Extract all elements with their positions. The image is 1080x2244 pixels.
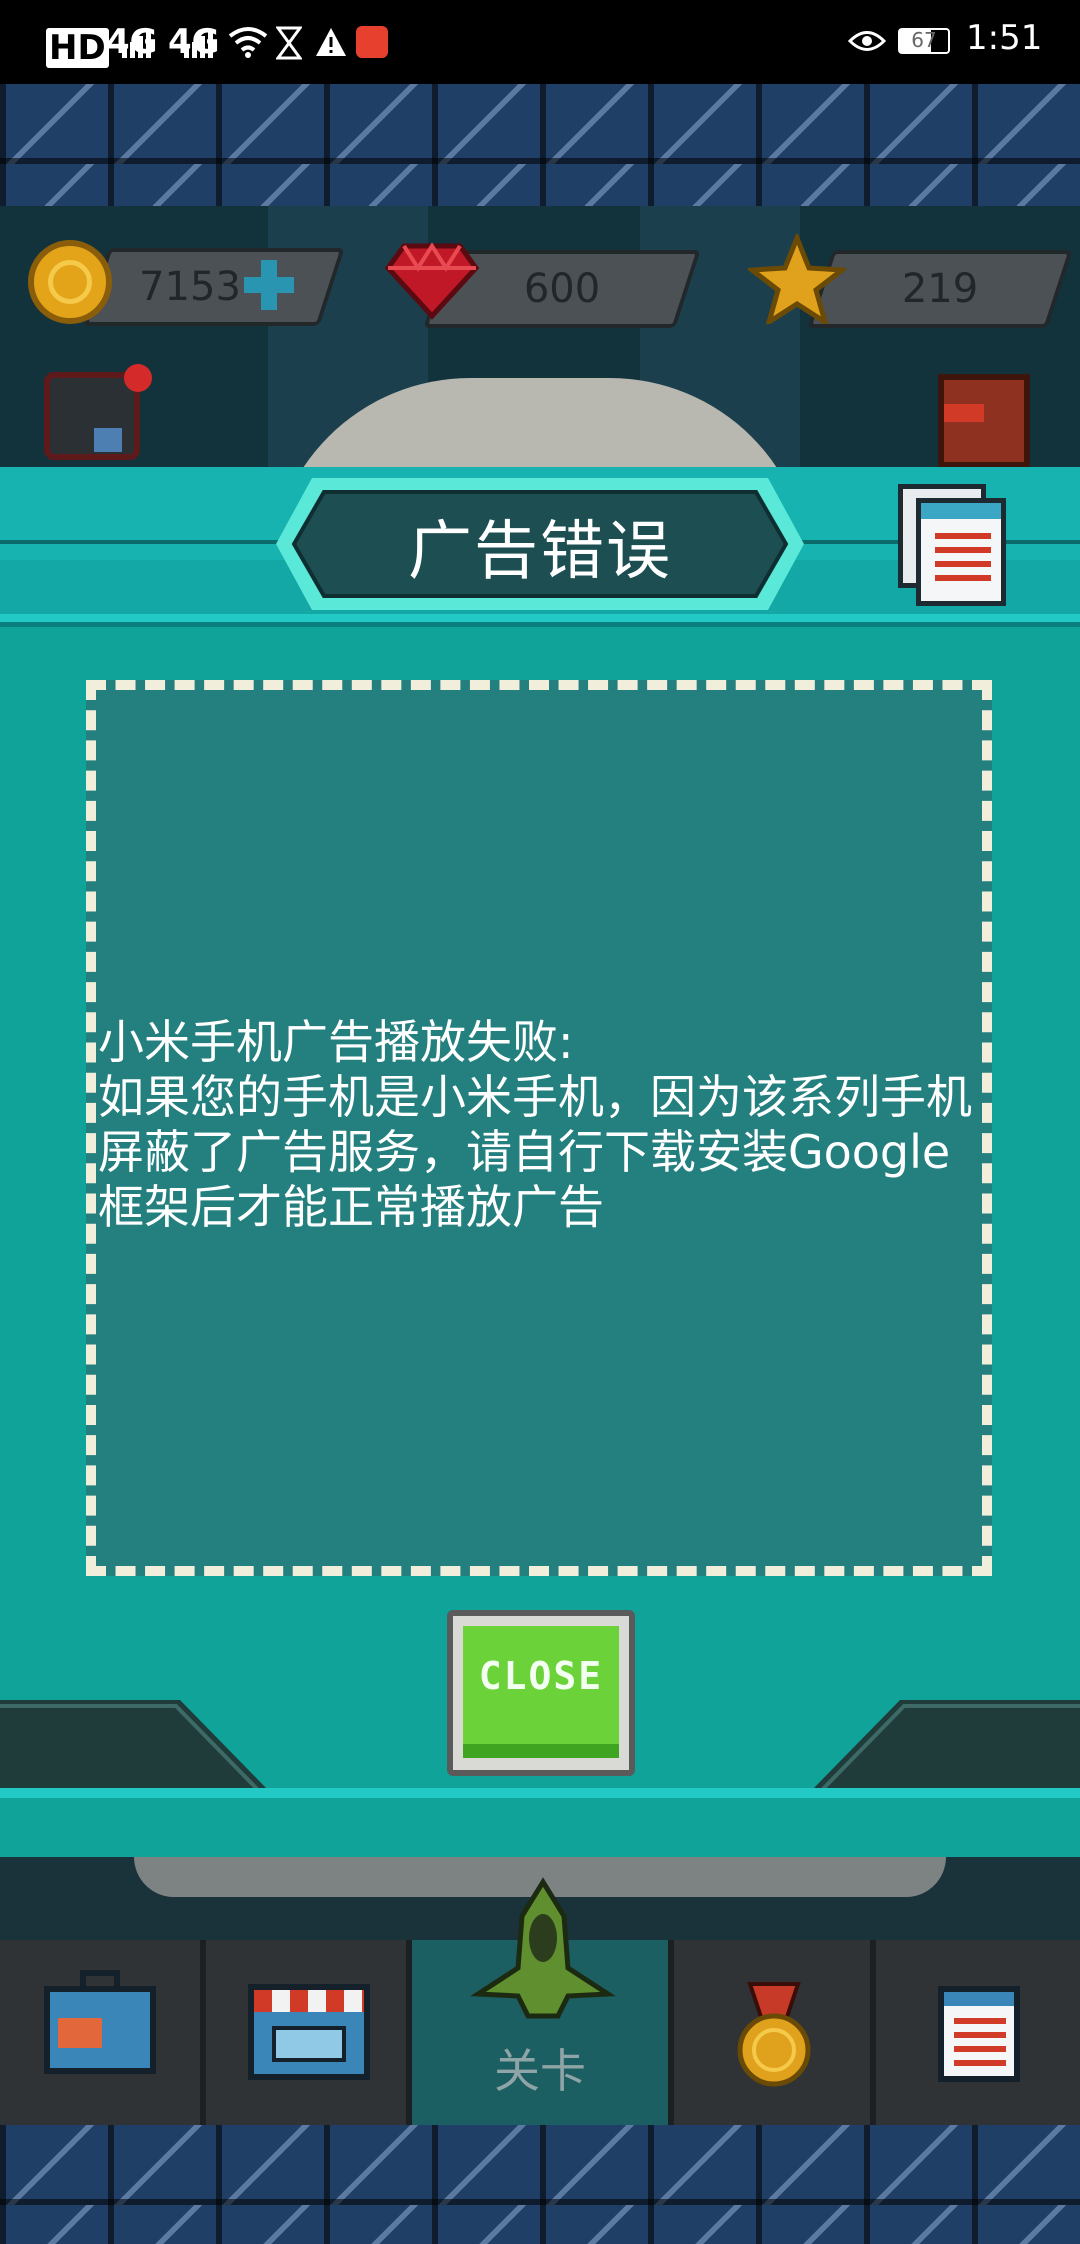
hourglass-icon <box>276 26 302 60</box>
nav-item-upgrade[interactable] <box>0 1940 206 2125</box>
toolbox-icon <box>44 1970 156 2074</box>
nav-item-tasks[interactable] <box>876 1940 1080 2125</box>
star-count: 219 <box>901 266 979 312</box>
notification-dot-icon <box>124 364 152 392</box>
coin-count: 7153 <box>139 264 241 310</box>
medal-icon <box>737 1982 811 2087</box>
spaceship-icon <box>470 1877 616 2019</box>
battery-icon: 67 <box>898 28 950 54</box>
eye-icon <box>848 31 886 51</box>
gem-count: 600 <box>523 266 601 312</box>
nav-item-achievements[interactable] <box>674 1940 876 2125</box>
dialog-right-ledge <box>810 1700 1080 1792</box>
ruby-icon <box>384 242 480 320</box>
signal-icon <box>122 30 151 58</box>
quest-book-icon[interactable] <box>938 374 1030 468</box>
task-list-icon <box>938 1986 1020 2082</box>
star-icon <box>748 234 846 324</box>
status-bar: HD 4G 4G 67 1:51 <box>0 0 1080 84</box>
calendar-notes-icon[interactable] <box>898 484 1006 606</box>
nav-item-shop[interactable] <box>206 1940 412 2125</box>
dialog-title: 广告错误 <box>408 515 672 589</box>
nav-item-levels[interactable]: 关卡 <box>412 1877 674 2125</box>
close-button[interactable]: CLOSE <box>447 1610 635 1776</box>
plus-icon[interactable] <box>240 256 298 314</box>
coin-counter: 7153 <box>83 248 345 326</box>
star-counter: 219 <box>807 250 1073 328</box>
shop-icon <box>248 1984 370 2080</box>
gift-icon <box>356 26 388 58</box>
bottom-nav: 关卡 <box>0 1877 1080 2125</box>
close-button-label: CLOSE <box>478 1654 604 1698</box>
wifi-icon <box>228 27 268 58</box>
coin-icon <box>28 240 112 324</box>
signal-icon-2 <box>184 30 213 58</box>
clock: 1:51 <box>966 18 1043 58</box>
error-message: 小米手机广告播放失败: 如果您的手机是小米手机，因为该系列手机屏蔽了广告服务，请… <box>98 1015 972 1234</box>
nav-levels-label: 关卡 <box>494 2044 586 2098</box>
hd-label: HD <box>46 28 109 68</box>
top-tile-strip <box>0 84 1080 206</box>
dialog-left-ledge <box>0 1700 270 1792</box>
battery-level: 67 <box>911 28 937 52</box>
bottom-tile-strip <box>0 2125 1080 2244</box>
warning-icon <box>316 28 346 56</box>
